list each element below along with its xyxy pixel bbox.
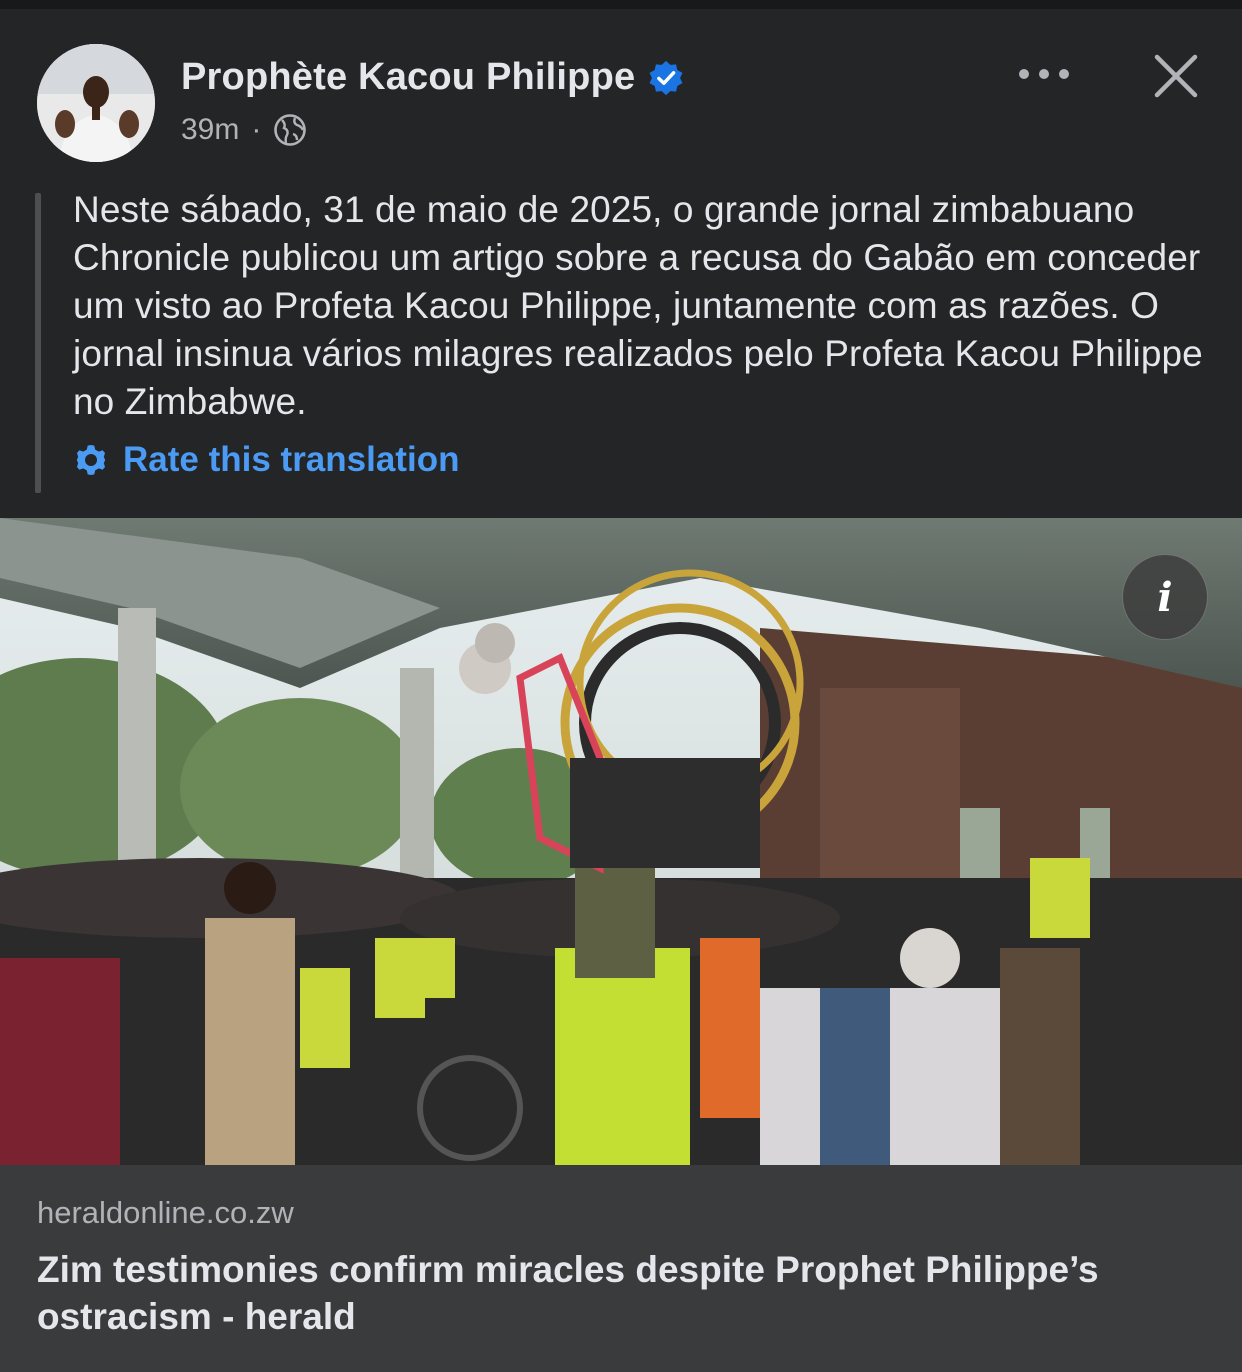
post-meta: 39m · xyxy=(181,113,307,147)
post-text: Neste sábado, 31 de maio de 2025, o gran… xyxy=(73,189,1203,422)
quote-bar xyxy=(35,193,41,493)
photo-image xyxy=(0,518,1242,1165)
author-avatar[interactable] xyxy=(37,44,155,162)
more-options-icon[interactable] xyxy=(1016,62,1072,86)
avatar-image xyxy=(37,44,155,162)
link-title[interactable]: Zim testimonies confirm miracles despite… xyxy=(37,1246,1207,1340)
post-timestamp[interactable]: 39m xyxy=(181,113,239,147)
top-edge xyxy=(0,0,1242,9)
info-button[interactable]: i xyxy=(1122,554,1208,640)
link-domain: heraldonline.co.zw xyxy=(37,1195,294,1230)
meta-separator: · xyxy=(251,113,262,146)
globe-icon xyxy=(274,114,307,146)
rate-translation-link[interactable]: Rate this translation xyxy=(73,440,459,480)
post-view: Prophète Kacou Philippe 39m · Neste sába… xyxy=(0,0,1242,1372)
rate-translation-label: Rate this translation xyxy=(123,440,460,479)
author-name[interactable]: Prophète Kacou Philippe xyxy=(181,56,635,99)
post-photo[interactable] xyxy=(0,518,1242,1165)
post-header: Prophète Kacou Philippe xyxy=(181,56,685,99)
gear-icon xyxy=(76,445,106,475)
close-icon[interactable] xyxy=(1151,51,1201,101)
verified-badge-icon xyxy=(649,60,683,95)
